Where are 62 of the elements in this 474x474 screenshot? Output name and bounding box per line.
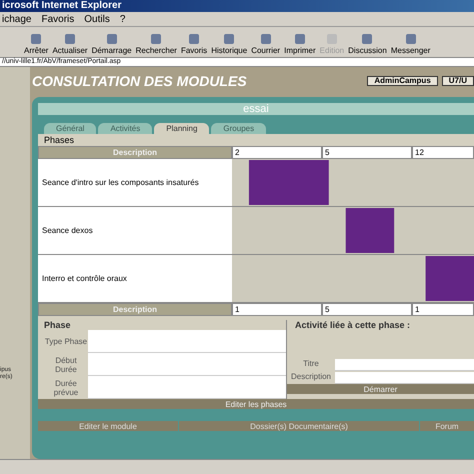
page-title: CONSULTATION DES MODULES xyxy=(32,73,248,89)
header-button[interactable]: AdminCampus xyxy=(367,76,438,86)
edit-phases-button[interactable]: Editer les phases xyxy=(38,399,474,409)
phase-name: Seance dexos xyxy=(38,207,232,254)
toolbar-button[interactable]: Messenger xyxy=(388,32,432,55)
input-field[interactable] xyxy=(335,372,474,384)
field-label: Durée prévue xyxy=(52,378,80,399)
input-field[interactable] xyxy=(88,353,286,376)
phase-name: Seance d'intro sur les composants insaturés xyxy=(38,159,232,206)
start-button[interactable]: Démarrer xyxy=(287,384,474,394)
column-footer: Description xyxy=(38,303,232,316)
toolbar-button[interactable]: Rechercher xyxy=(134,32,179,55)
tab[interactable]: Général xyxy=(44,123,96,134)
toolbar-icon xyxy=(292,32,307,46)
toolbar-icon xyxy=(104,32,119,46)
toolbar-icon xyxy=(222,32,236,46)
tab[interactable]: Activités xyxy=(98,123,152,134)
column-header: 5 xyxy=(322,146,412,159)
toolbar-icon xyxy=(149,32,164,46)
column-header: Description xyxy=(38,146,232,159)
toolbar-button[interactable]: Historique xyxy=(209,32,250,55)
toolbar-icon xyxy=(187,32,202,46)
input-field[interactable] xyxy=(335,359,474,371)
gantt-bar xyxy=(346,208,394,253)
module-title: essai xyxy=(38,103,474,115)
gantt-bar xyxy=(426,256,474,301)
toolbar-button[interactable]: Actualiser xyxy=(50,32,90,55)
column-header: 2 xyxy=(232,146,322,159)
column-footer: 1 xyxy=(232,303,322,316)
toolbar-icon xyxy=(258,32,273,46)
field-label: Début Durée xyxy=(54,354,78,376)
toolbar-icon xyxy=(63,32,78,46)
menu-item[interactable]: ichage xyxy=(2,14,32,24)
toolbar-button[interactable]: Arrêter xyxy=(22,32,50,55)
column-header: 12 xyxy=(412,146,474,159)
field-label: Type Phase xyxy=(44,336,88,348)
phase-name: Interro et contrôle oraux xyxy=(38,255,232,302)
toolbar-icon xyxy=(29,32,44,46)
menu-item[interactable]: Outils xyxy=(84,14,110,24)
toolbar-button[interactable]: Démarrage xyxy=(90,32,134,55)
input-field[interactable] xyxy=(88,376,286,399)
tab[interactable]: Planning xyxy=(154,123,210,134)
activity-title: Activité liée à cette phase : xyxy=(294,320,412,332)
form-title: Phase xyxy=(44,320,72,330)
toolbar-icon xyxy=(324,32,339,46)
column-footer: 5 xyxy=(322,303,412,316)
toolbar-icon xyxy=(404,32,418,46)
input-field[interactable] xyxy=(88,330,286,353)
toolbar-button[interactable]: Courrier xyxy=(249,32,282,55)
toolbar-button[interactable]: Favoris xyxy=(178,32,210,55)
tab[interactable]: Groupes xyxy=(211,123,266,134)
menu-item[interactable]: ? xyxy=(120,14,126,24)
phases-title: Phases xyxy=(43,134,76,146)
field-label: Description xyxy=(290,372,332,383)
header-button[interactable]: U7/U xyxy=(442,76,474,86)
toolbar-button[interactable]: Imprimer xyxy=(282,32,318,55)
field-label: Titre xyxy=(302,359,320,370)
toolbar-button[interactable]: Discussion xyxy=(346,32,389,55)
window-title: icrosoft Internet Explorer xyxy=(0,0,474,12)
menu-item[interactable]: Favoris xyxy=(41,14,74,24)
toolbar-icon xyxy=(360,32,374,46)
column-footer: 1 xyxy=(412,303,474,316)
